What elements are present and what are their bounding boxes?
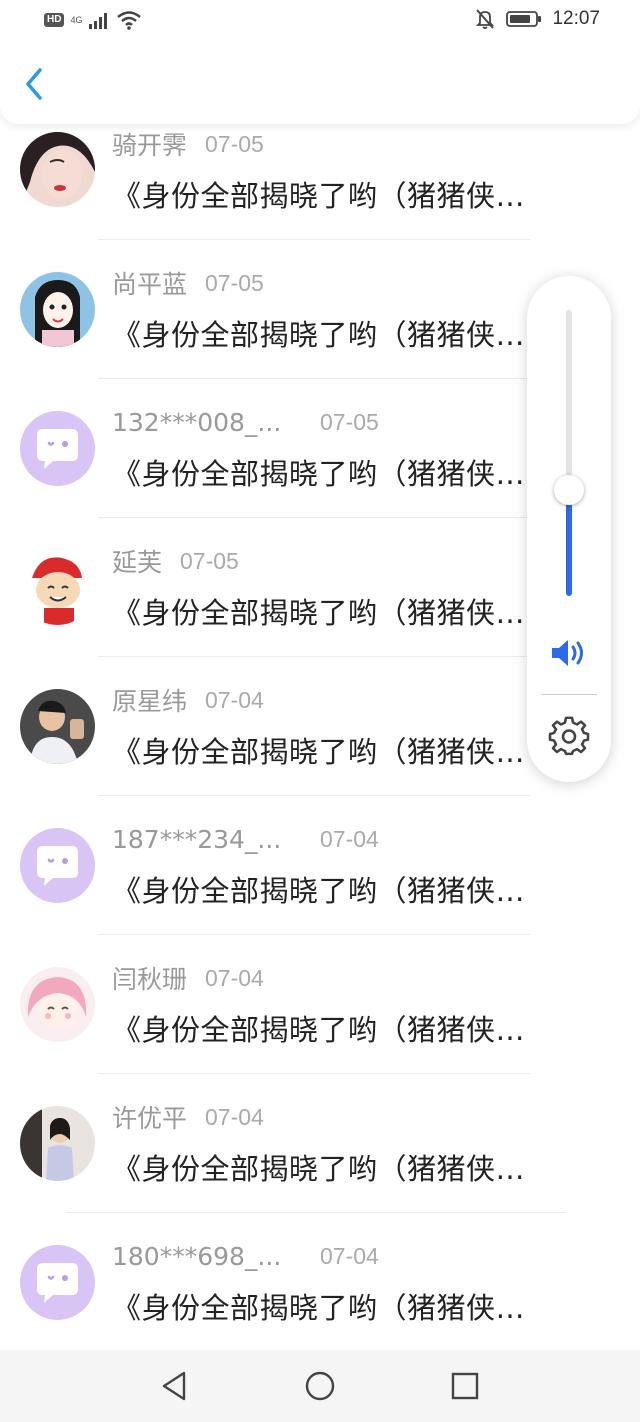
gear-icon[interactable] xyxy=(548,716,590,758)
comment-date: 07-05 xyxy=(320,408,379,435)
username[interactable]: 骑开霁 xyxy=(112,127,187,162)
name-line: 187***234_... 07-04 xyxy=(112,822,379,856)
status-left: HD 4G xyxy=(44,10,142,30)
home-circle-icon xyxy=(305,1371,335,1401)
back-triangle-icon xyxy=(162,1371,186,1401)
volume-slider-thumb[interactable] xyxy=(554,475,584,505)
avatar[interactable] xyxy=(20,967,95,1042)
name-line: 尚平蓝 07-05 xyxy=(112,266,264,300)
name-line: 180***698_... 07-04 xyxy=(112,1239,379,1273)
list-item[interactable]: 骑开霁 07-05 《身份全部揭晓了哟（猪猪侠… xyxy=(0,127,640,240)
system-nav-bar xyxy=(0,1350,640,1422)
list-item[interactable]: 187***234_... 07-04 《身份全部揭晓了哟（猪猪侠… xyxy=(0,796,640,935)
avatar[interactable] xyxy=(20,1245,95,1320)
avatar[interactable] xyxy=(20,689,95,764)
nav-home-button[interactable] xyxy=(300,1366,340,1406)
comment-date: 07-04 xyxy=(205,686,264,713)
comment-message[interactable]: 《身份全部揭晓了哟（猪猪侠… xyxy=(112,312,590,354)
mute-bell-icon xyxy=(476,9,495,29)
comment-message[interactable]: 《身份全部揭晓了哟（猪猪侠… xyxy=(112,1146,590,1188)
comment-date: 07-05 xyxy=(205,130,264,157)
comment-message[interactable]: 《身份全部揭晓了哟（猪猪侠… xyxy=(112,1007,590,1049)
status-right: 12:07 xyxy=(474,8,600,30)
comment-message[interactable]: 《身份全部揭晓了哟（猪猪侠… xyxy=(112,729,590,771)
comment-date: 07-04 xyxy=(320,825,379,852)
name-line: 许优平 07-04 xyxy=(112,1100,264,1134)
signal-icon xyxy=(89,13,108,29)
status-bar: HD 4G 12:07 xyxy=(0,0,640,44)
user-photo-icon xyxy=(20,967,95,1042)
comment-message[interactable]: 《身份全部揭晓了哟（猪猪侠… xyxy=(112,451,590,493)
recents-square-icon xyxy=(451,1372,479,1400)
user-photo-icon xyxy=(20,550,95,625)
name-line: 132***008_... 07-05 xyxy=(112,405,379,439)
username[interactable]: 180***698_... xyxy=(112,1242,302,1271)
avatar[interactable] xyxy=(20,828,95,903)
chat-bubble-icon xyxy=(37,429,78,469)
volume-slider-track[interactable] xyxy=(566,310,572,596)
comment-message[interactable]: 《身份全部揭晓了哟（猪猪侠… xyxy=(112,590,590,632)
nav-recents-button[interactable] xyxy=(445,1366,485,1406)
comment-date: 07-04 xyxy=(320,1242,379,1269)
user-photo-icon xyxy=(20,1106,95,1181)
comment-date: 07-04 xyxy=(205,964,264,991)
username[interactable]: 延芙 xyxy=(112,543,162,579)
volume-panel xyxy=(527,276,611,782)
hd-icon: HD xyxy=(44,13,65,27)
comment-message[interactable]: 《身份全部揭晓了哟（猪猪侠… xyxy=(112,173,590,215)
comment-message[interactable]: 《身份全部揭晓了哟（猪猪侠… xyxy=(112,1285,590,1327)
list-item[interactable]: 180***698_... 07-04 《身份全部揭晓了哟（猪猪侠… xyxy=(0,1213,640,1349)
avatar[interactable] xyxy=(20,272,95,347)
user-photo-icon xyxy=(20,132,95,207)
username[interactable]: 187***234_... xyxy=(112,825,302,854)
volume-slider-fill xyxy=(566,490,572,596)
comment-date: 07-05 xyxy=(180,547,239,574)
name-line: 闫秋珊 07-04 xyxy=(112,961,264,995)
chat-bubble-icon xyxy=(37,846,78,886)
username[interactable]: 尚平蓝 xyxy=(112,265,187,301)
comment-date: 07-05 xyxy=(205,269,264,296)
user-photo-icon xyxy=(20,272,95,347)
user-photo-icon xyxy=(20,689,95,764)
avatar[interactable] xyxy=(20,550,95,625)
avatar[interactable] xyxy=(20,411,95,486)
nav-back-button[interactable] xyxy=(155,1366,195,1406)
avatar[interactable] xyxy=(20,1106,95,1181)
list-item[interactable]: 许优平 07-04 《身份全部揭晓了哟（猪猪侠… xyxy=(0,1074,640,1213)
header xyxy=(0,44,640,124)
comment-message[interactable]: 《身份全部揭晓了哟（猪猪侠… xyxy=(112,868,590,910)
username[interactable]: 132***008_... xyxy=(112,408,302,437)
network-type-label: 4G xyxy=(70,14,83,25)
back-button[interactable] xyxy=(14,64,54,104)
wifi-icon xyxy=(117,11,142,30)
avatar[interactable] xyxy=(20,132,95,207)
battery-icon xyxy=(506,11,542,27)
list-item[interactable]: 闫秋珊 07-04 《身份全部揭晓了哟（猪猪侠… xyxy=(0,935,640,1074)
chat-bubble-icon xyxy=(37,1263,78,1303)
panel-divider xyxy=(541,694,597,695)
status-time: 12:07 xyxy=(552,8,600,29)
name-line: 骑开霁 07-05 xyxy=(112,127,264,161)
username[interactable]: 闫秋珊 xyxy=(112,960,187,996)
username[interactable]: 许优平 xyxy=(112,1099,187,1135)
comment-date: 07-04 xyxy=(205,1103,264,1130)
name-line: 原星纬 07-04 xyxy=(112,683,264,717)
speaker-icon[interactable] xyxy=(549,636,589,670)
username[interactable]: 原星纬 xyxy=(112,682,187,718)
name-line: 延芙 07-05 xyxy=(112,544,239,578)
chevron-left-icon xyxy=(26,68,42,100)
